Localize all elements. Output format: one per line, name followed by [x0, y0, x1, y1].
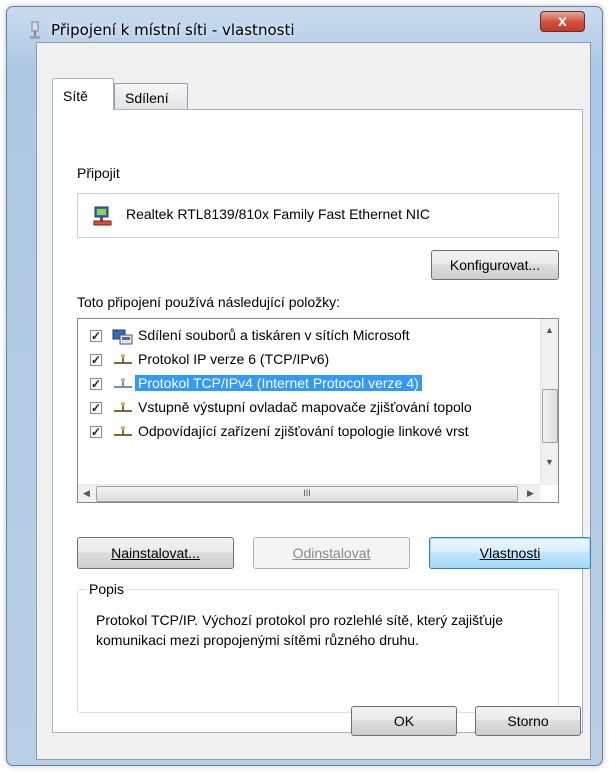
item-checkbox[interactable]: ✓	[90, 426, 102, 438]
dialog-client-area: Sítě Sdílení Připojit Realtek RTL8139/81…	[36, 42, 591, 760]
properties-label: Vlastnosti	[479, 545, 541, 561]
item-checkbox[interactable]: ✓	[90, 378, 102, 390]
configure-button[interactable]: Konfigurovat...	[431, 250, 559, 280]
tab-sdileni[interactable]: Sdílení	[114, 83, 188, 110]
description-group: Popis Protokol TCP/IP. Výchozí protokol …	[77, 581, 559, 713]
list-item[interactable]: ✓ Vstupně výstupní ovladač mapovače zjiš…	[78, 397, 540, 421]
protocol-icon	[114, 378, 132, 388]
cancel-label: Storno	[507, 713, 549, 729]
scroll-grip: III	[303, 488, 311, 498]
item-label: Odpovídající zařízení zjišťování topolog…	[138, 423, 469, 439]
adapter-field: Realtek RTL8139/810x Family Fast Etherne…	[77, 193, 559, 238]
item-checkbox[interactable]: ✓	[90, 354, 102, 366]
scroll-down-icon[interactable]: ▼	[545, 457, 554, 467]
uninstall-label: Odinstalovat	[292, 545, 371, 561]
vertical-scroll-thumb[interactable]	[542, 389, 558, 443]
item-checkbox[interactable]: ✓	[90, 330, 102, 342]
list-item-selected[interactable]: ✓ Protokol TCP/IPv4 (Internet Protocol v…	[78, 373, 540, 397]
ok-button[interactable]: OK	[351, 706, 457, 736]
protocol-icon	[114, 426, 132, 436]
item-checkbox[interactable]: ✓	[90, 402, 102, 414]
network-connection-icon	[30, 21, 40, 39]
properties-button[interactable]: Vlastnosti	[429, 537, 591, 569]
cancel-button[interactable]: Storno	[475, 706, 581, 736]
protocol-icon	[114, 402, 132, 412]
scroll-right-icon[interactable]: ▶	[527, 488, 534, 499]
install-label: Nainstalovat...	[111, 545, 200, 561]
install-button[interactable]: Nainstalovat...	[77, 537, 234, 569]
scroll-left-icon[interactable]: ◀	[83, 488, 90, 499]
tab-site[interactable]: Sítě	[52, 78, 114, 110]
connect-label: Připojit	[77, 165, 120, 181]
tab-panel-site: Připojit Realtek RTL8139/810x Family Fas…	[52, 109, 591, 733]
network-service-icon	[112, 329, 133, 345]
item-label: Vstupně výstupní ovladač mapovače zjišťo…	[138, 399, 472, 415]
list-item[interactable]: ✓ Odpovídající zařízení zjišťování topol…	[78, 421, 540, 445]
horizontal-scroll-thumb[interactable]: III	[96, 486, 518, 502]
list-item[interactable]: ✓ Sdílení souborů a tiskáren v sítích Mi…	[78, 325, 540, 349]
protocol-icon	[114, 354, 132, 364]
components-list[interactable]: ✓ Sdílení souborů a tiskáren v sítích Mi…	[77, 318, 559, 503]
configure-label: Konfigurovat...	[449, 257, 541, 273]
network-adapter-icon	[93, 206, 112, 226]
item-label: Protokol TCP/IPv4 (Internet Protocol ver…	[135, 375, 422, 391]
list-item[interactable]: ✓ Protokol IP verze 6 (TCP/IPv6)	[78, 349, 540, 373]
ok-label: OK	[393, 713, 415, 729]
adapter-name: Realtek RTL8139/810x Family Fast Etherne…	[126, 206, 430, 222]
items-label: Toto připojení používá následující polož…	[77, 294, 341, 310]
horizontal-scrollbar[interactable]: ◀ III ▶	[78, 484, 540, 502]
description-legend: Popis	[86, 581, 128, 597]
description-text: Protokol TCP/IP. Výchozí protokol pro ro…	[96, 612, 504, 648]
item-label: Sdílení souborů a tiskáren v sítích Micr…	[138, 327, 410, 343]
window-title: Připojení k místní síti - vlastnosti	[51, 21, 295, 39]
scroll-up-icon[interactable]: ▲	[545, 325, 554, 335]
vertical-scrollbar[interactable]: ▲ ▼	[540, 319, 558, 485]
properties-dialog: Připojení k místní síti - vlastnosti x S…	[6, 6, 603, 766]
close-button[interactable]: x	[540, 11, 585, 32]
uninstall-button[interactable]: Odinstalovat	[253, 537, 410, 569]
item-label: Protokol IP verze 6 (TCP/IPv6)	[138, 351, 330, 367]
